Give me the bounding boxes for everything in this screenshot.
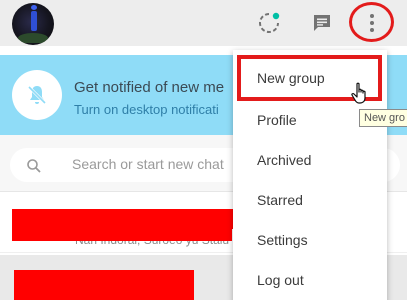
bell-icon-container <box>12 70 62 120</box>
menu-item-label: Starred <box>257 192 303 208</box>
search-icon <box>27 159 41 173</box>
status-icon[interactable] <box>257 11 281 35</box>
menu-item-label: Archived <box>257 152 312 168</box>
menu-item-archived[interactable]: Archived <box>233 140 387 180</box>
banner-title: Get notified of new me <box>74 79 225 96</box>
menu-item-label: Log out <box>257 272 304 288</box>
hand-cursor-icon <box>351 82 366 104</box>
app-header <box>0 0 407 46</box>
avatar-ground <box>18 33 48 43</box>
avatar-figure <box>31 5 37 31</box>
tooltip: New gro <box>359 109 407 127</box>
new-chat-icon[interactable] <box>310 11 334 35</box>
redaction-block <box>12 209 232 241</box>
redaction-block <box>14 270 194 300</box>
bell-off-icon <box>27 85 47 105</box>
menu-highlight-circle <box>349 2 394 42</box>
menu-item-log-out[interactable]: Log out <box>233 260 387 300</box>
enable-notifications-link[interactable]: Turn on desktop notificati <box>74 102 219 117</box>
profile-avatar[interactable] <box>12 3 54 45</box>
menu-item-label: Settings <box>257 232 308 248</box>
menu-item-label: Profile <box>257 112 297 128</box>
menu-item-starred[interactable]: Starred <box>233 180 387 220</box>
menu-item-settings[interactable]: Settings <box>233 220 387 260</box>
